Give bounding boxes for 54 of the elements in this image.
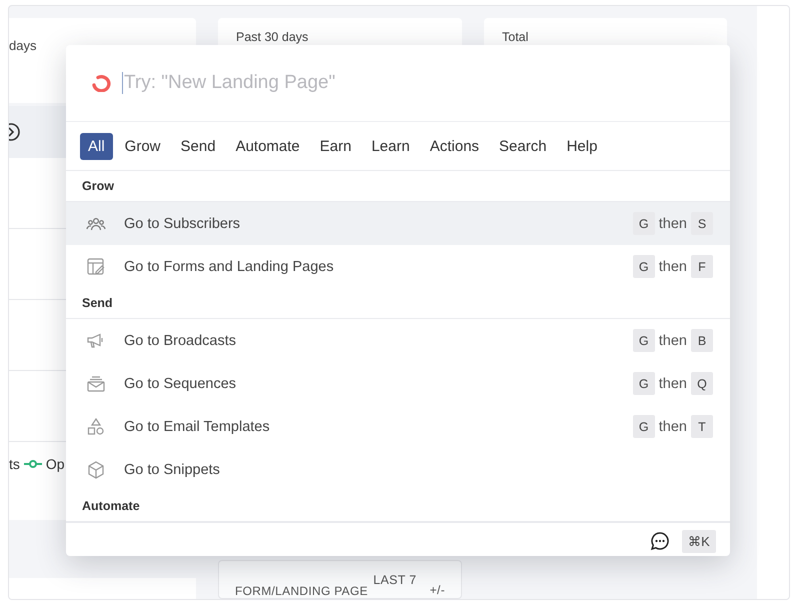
filter-tab[interactable]: Send <box>172 132 224 160</box>
filter-tab[interactable]: Earn <box>312 132 360 160</box>
filter-tab[interactable]: Help <box>558 132 606 160</box>
command-item[interactable]: Go to Subscribers G then S <box>66 202 730 245</box>
filter-tab[interactable]: Actions <box>422 132 488 160</box>
filter-tab[interactable]: Grow <box>116 132 169 160</box>
legend-label: Op <box>46 456 65 472</box>
key-cap: Q <box>691 372 713 395</box>
logo-icon <box>90 74 112 92</box>
shortcut-joiner: then <box>658 418 687 434</box>
filter-tab[interactable]: Learn <box>363 132 418 160</box>
people-icon <box>86 216 106 232</box>
stat-label: Past 30 days <box>236 30 310 44</box>
form-icon <box>86 258 106 276</box>
stat-label: Total <box>502 30 530 44</box>
key-cap: T <box>691 415 713 438</box>
stat-label: days <box>9 38 36 53</box>
command-item[interactable]: Go to Email Templates G then T <box>66 405 730 448</box>
key-cap: G <box>632 329 655 352</box>
key-cap: S <box>691 212 713 235</box>
section-header: Send <box>66 288 730 319</box>
command-label: Go to Subscribers <box>124 216 242 232</box>
command-label: Go to Snippets <box>124 462 221 478</box>
cube-icon <box>86 460 106 478</box>
command-label: Go to Email Templates <box>124 418 271 434</box>
key-cap: G <box>632 212 655 235</box>
command-item[interactable]: Go to Snippets <box>66 448 730 491</box>
filter-tab[interactable]: Search <box>491 132 555 160</box>
column-header: +/- <box>430 583 445 597</box>
key-cap: ⌘K <box>682 530 716 552</box>
filter-tab[interactable]: All <box>80 132 113 160</box>
command-label: Go to Broadcasts <box>124 332 238 348</box>
shortcut-joiner: then <box>658 376 687 392</box>
key-cap: G <box>632 415 655 438</box>
filter-tab[interactable]: Automate <box>228 132 308 160</box>
command-label: Go to Sequences <box>124 376 238 392</box>
chat-icon[interactable] <box>650 531 670 551</box>
section-header: Automate <box>66 491 730 522</box>
key-cap: F <box>691 255 713 278</box>
key-cap: G <box>632 255 655 278</box>
shortcut-joiner: then <box>658 332 687 348</box>
shapes-icon <box>86 418 106 436</box>
shortcut-joiner: then <box>658 258 687 274</box>
column-header: LAST 7 <box>373 573 418 587</box>
command-item[interactable]: Go to Forms and Landing Pages G then F <box>66 245 730 288</box>
command-item[interactable]: Go to Broadcasts G then B <box>66 319 730 362</box>
key-cap: G <box>632 372 655 395</box>
legend-label: ts <box>9 456 20 472</box>
key-cap: B <box>691 329 713 352</box>
column-header: FORM/LANDING PAGE <box>235 584 369 598</box>
command-label: Go to Forms and Landing Pages <box>124 258 335 274</box>
envelope-stack-icon <box>86 376 106 392</box>
command-item[interactable]: Go to Sequences G then Q <box>66 362 730 405</box>
shortcut-joiner: then <box>658 216 687 232</box>
